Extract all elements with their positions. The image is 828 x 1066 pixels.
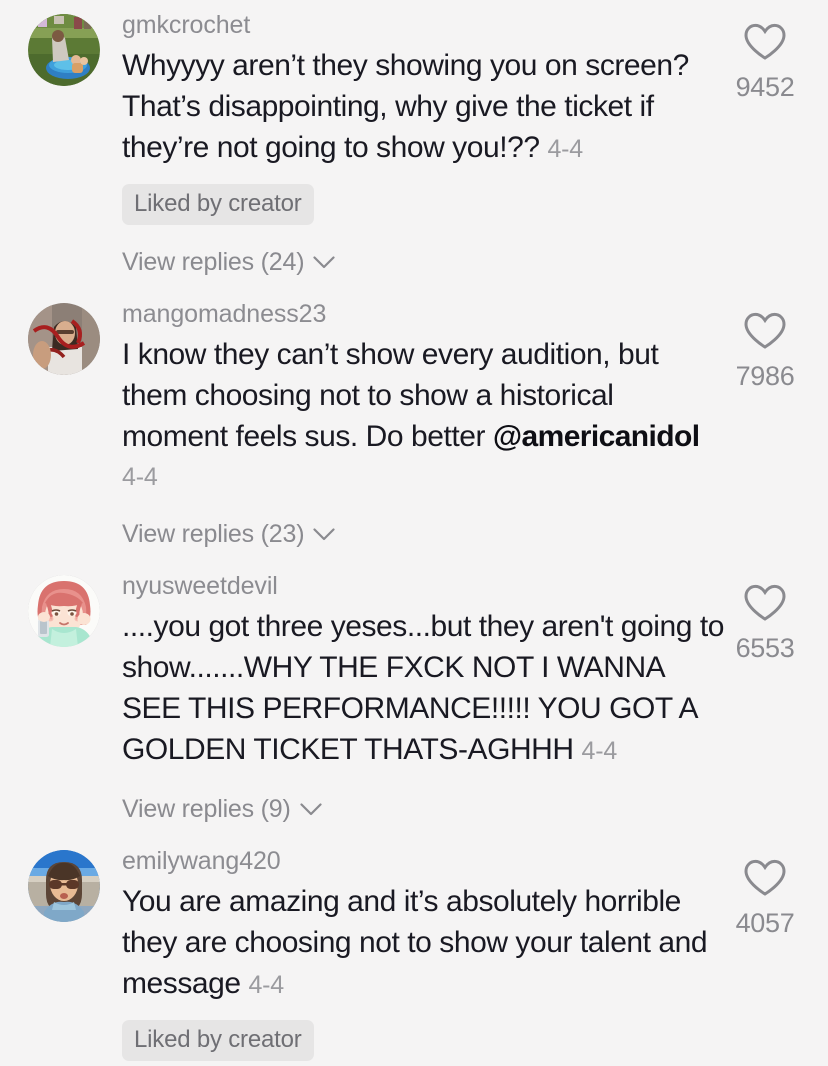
comment-timestamp: 4-4 [248, 971, 285, 999]
comment-item: gmkcrochet Whyyyy aren’t they showing yo… [0, 10, 828, 277]
like-count: 6553 [735, 633, 795, 663]
like-column[interactable]: 4057 [728, 858, 802, 939]
liked-by-creator-row: Liked by creator [122, 170, 726, 225]
comment-text-main: Whyyyy aren’t they showing you on screen… [122, 49, 689, 164]
like-column[interactable]: 7986 [728, 311, 802, 392]
heart-outline-icon[interactable] [743, 22, 787, 62]
comment-item: mangomadness23 I know they can’t show ev… [0, 299, 828, 549]
avatar[interactable] [28, 575, 100, 647]
comment-timestamp: 4-4 [547, 135, 583, 163]
comment-item: nyusweetdevil ....you got three yeses...… [0, 571, 828, 824]
comment-body: gmkcrochet Whyyyy aren’t they showing yo… [100, 10, 736, 277]
comment-text-main: ....you got three yeses...but they aren'… [122, 610, 724, 766]
comment-username[interactable]: gmkcrochet [122, 10, 726, 41]
view-replies-button[interactable]: View replies (23) [122, 519, 726, 549]
comment-text: You are amazing and it’s absolutely horr… [122, 881, 726, 1006]
avatar-image-kiddie-pool [28, 14, 100, 86]
heart-outline-icon[interactable] [743, 583, 787, 623]
avatar[interactable] [28, 14, 100, 86]
comment-body: mangomadness23 I know they can’t show ev… [100, 299, 736, 549]
comment-username[interactable]: emilywang420 [122, 846, 726, 877]
comment-username[interactable]: mangomadness23 [122, 299, 726, 330]
chevron-down-icon [300, 802, 322, 816]
like-count: 4057 [735, 908, 795, 938]
comment-username[interactable]: nyusweetdevil [122, 571, 726, 602]
view-replies-button[interactable]: View replies (24) [122, 247, 726, 277]
avatar[interactable] [28, 850, 100, 922]
view-replies-label: View replies (23) [122, 520, 305, 548]
avatar-image-red-tones [28, 303, 100, 375]
comment-list: gmkcrochet Whyyyy aren’t they showing yo… [0, 0, 828, 1061]
mention-link[interactable]: @americanidol [493, 420, 700, 453]
view-replies-label: View replies (24) [122, 248, 305, 276]
comment-body: emilywang420 You are amazing and it’s ab… [100, 846, 736, 1061]
comment-item: emilywang420 You are amazing and it’s ab… [0, 846, 828, 1061]
like-count: 7986 [735, 361, 795, 391]
liked-by-creator-row: Liked by creator [122, 1006, 726, 1061]
like-count: 9452 [735, 72, 795, 102]
comment-body: nyusweetdevil ....you got three yeses...… [100, 571, 736, 824]
liked-by-creator-badge: Liked by creator [122, 1020, 314, 1061]
like-column[interactable]: 9452 [728, 22, 802, 103]
view-replies-button[interactable]: View replies (9) [122, 794, 726, 824]
comment-text-main: You are amazing and it’s absolutely horr… [122, 885, 708, 1000]
heart-outline-icon[interactable] [743, 311, 787, 351]
comment-text: ....you got three yeses...but they aren'… [122, 606, 726, 772]
comment-text: Whyyyy aren’t they showing you on screen… [122, 45, 726, 170]
chevron-down-icon [313, 527, 335, 541]
avatar[interactable] [28, 303, 100, 375]
comment-timestamp: 4-4 [122, 463, 158, 491]
view-replies-label: View replies (9) [122, 795, 291, 823]
liked-by-creator-badge: Liked by creator [122, 184, 314, 225]
comment-timestamp: 4-4 [581, 737, 618, 765]
heart-outline-icon[interactable] [743, 858, 787, 898]
like-column[interactable]: 6553 [728, 583, 802, 664]
chevron-down-icon [313, 255, 335, 269]
comment-text: I know they can’t show every audition, b… [122, 334, 726, 497]
avatar-image-anime-character [28, 575, 100, 647]
avatar-image-selfie-sunglasses [28, 850, 100, 922]
